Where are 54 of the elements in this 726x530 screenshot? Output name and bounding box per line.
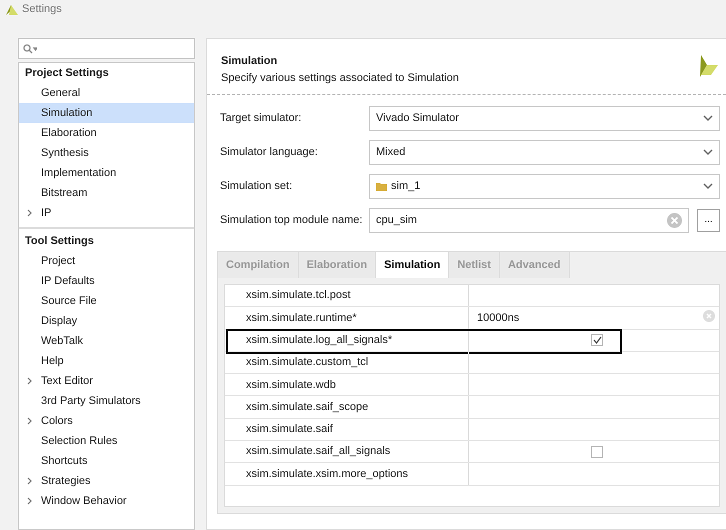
sidebar-item[interactable]: Text Editor xyxy=(19,371,194,391)
sidebar-item[interactable]: Source File xyxy=(19,291,194,311)
input-field[interactable]: cpu_sim xyxy=(369,208,689,232)
field-label: Simulation set: xyxy=(220,178,294,194)
property-name: xsim.simulate.custom_tcl xyxy=(225,352,469,374)
sidebar-item[interactable]: Display xyxy=(19,311,194,331)
property-name: xsim.simulate.saif_all_signals xyxy=(225,441,469,462)
search-icon xyxy=(23,44,37,54)
dropdown[interactable]: Mixed xyxy=(369,140,720,164)
sidebar-item[interactable]: Project xyxy=(19,251,194,271)
dropdown[interactable]: Vivado Simulator xyxy=(369,106,720,130)
field-label: Simulator language: xyxy=(220,144,319,160)
sidebar-item[interactable]: Shortcuts xyxy=(19,451,194,471)
property-name: xsim.simulate.runtime* xyxy=(225,307,469,329)
sidebar-item[interactable]: Strategies xyxy=(19,471,194,491)
chevron-down-icon xyxy=(703,183,713,189)
property-name: xsim.simulate.tcl.post xyxy=(225,285,469,306)
sidebar-item[interactable]: Bitstream xyxy=(19,183,194,203)
folder-icon xyxy=(376,182,387,190)
chevron-down-icon xyxy=(703,149,713,155)
property-name: xsim.simulate.saif_scope xyxy=(225,396,469,418)
property-name: xsim.simulate.wdb xyxy=(225,374,469,396)
browse-button[interactable]: ... xyxy=(697,208,720,232)
sidebar-item[interactable]: Selection Rules xyxy=(19,431,194,451)
field-label: Target simulator: xyxy=(220,110,302,126)
dropdown[interactable]: sim_1 xyxy=(369,174,720,198)
sidebar-item[interactable]: Colors xyxy=(19,411,194,431)
tab[interactable]: Simulation xyxy=(376,252,450,278)
panel-title: Simulation xyxy=(221,54,278,69)
checkbox[interactable] xyxy=(591,334,603,346)
sidebar-item[interactable]: General xyxy=(19,83,194,103)
sidebar-item[interactable]: IP Defaults xyxy=(19,271,194,291)
sidebar-item[interactable]: 3rd Party Simulators xyxy=(19,391,194,411)
property-name: xsim.simulate.saif xyxy=(225,418,469,440)
sidebar-item[interactable]: WebTalk xyxy=(19,331,194,351)
checkbox[interactable] xyxy=(591,446,603,458)
sidebar-item[interactable]: Simulation xyxy=(19,103,194,123)
window-title: Settings xyxy=(22,2,62,17)
sidebar-item[interactable]: IP xyxy=(19,203,194,223)
panel-subtitle: Specify various settings associated to Simulation xyxy=(221,70,459,86)
app-logo-icon xyxy=(4,3,18,15)
chevron-down-icon xyxy=(703,115,713,121)
group-heading: Project Settings xyxy=(24,66,110,81)
property-name: xsim.simulate.log_all_signals* xyxy=(225,330,469,351)
sidebar-item[interactable]: Elaboration xyxy=(19,123,194,143)
search-field[interactable] xyxy=(18,38,195,59)
sidebar-item[interactable]: Implementation xyxy=(19,163,194,183)
group-heading: Tool Settings xyxy=(24,234,95,249)
property-name: xsim.simulate.xsim.more_options xyxy=(225,463,469,485)
sidebar-item[interactable]: Window Behavior xyxy=(19,491,194,511)
field-label: Simulation top module name: xyxy=(220,212,364,228)
property-value[interactable]: 10000ns xyxy=(477,310,520,326)
sidebar-item[interactable]: Synthesis xyxy=(19,143,194,163)
sidebar-item[interactable]: Help xyxy=(19,351,194,371)
